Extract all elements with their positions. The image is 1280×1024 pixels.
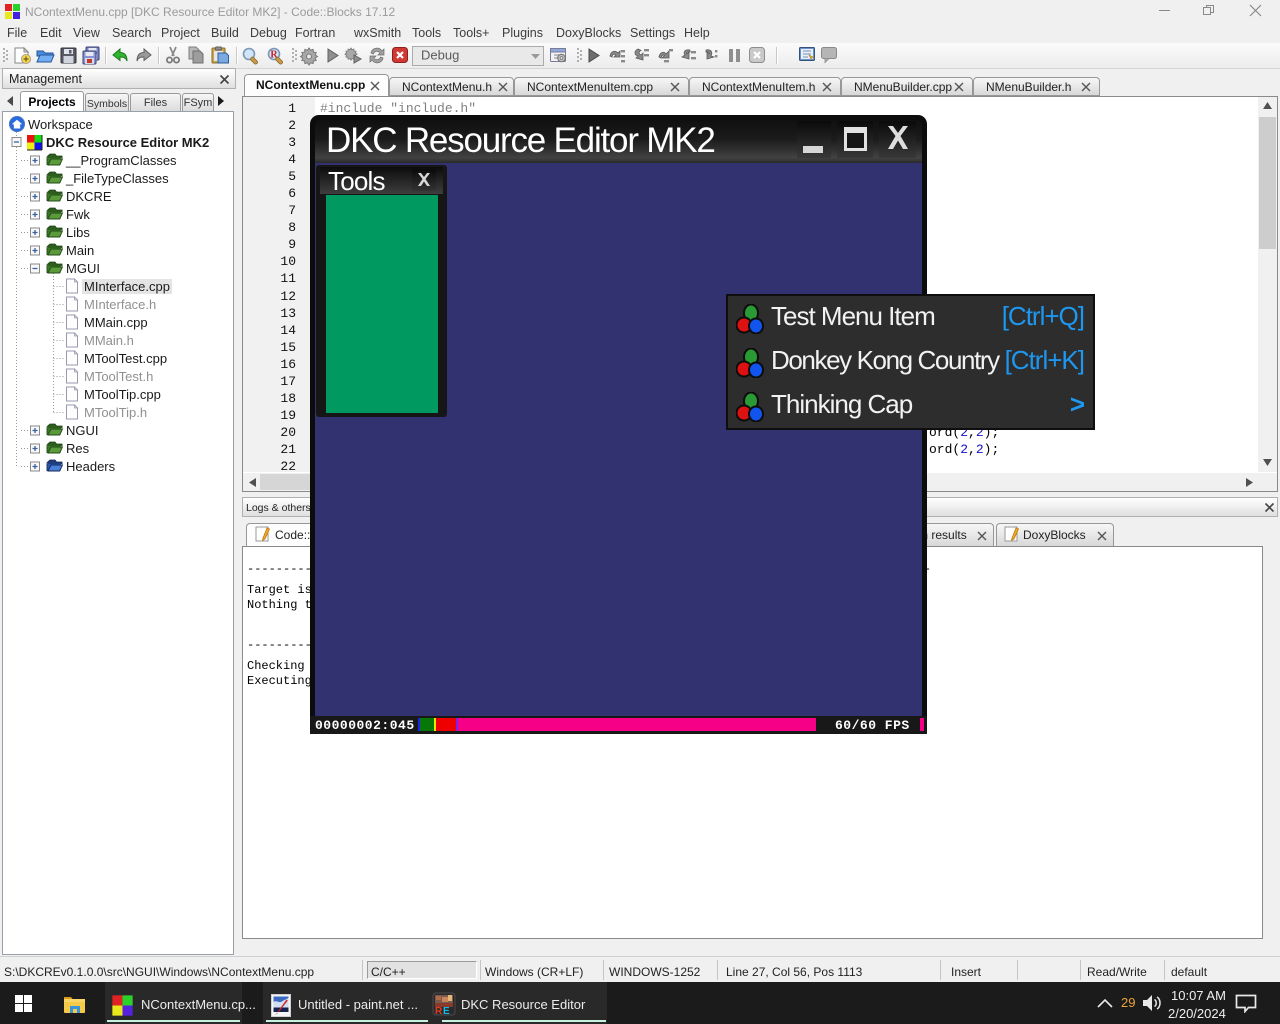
svg-text:R: R <box>435 1006 443 1016</box>
svg-text:E: E <box>443 1006 450 1016</box>
svg-text:Debug: Debug <box>421 48 459 63</box>
